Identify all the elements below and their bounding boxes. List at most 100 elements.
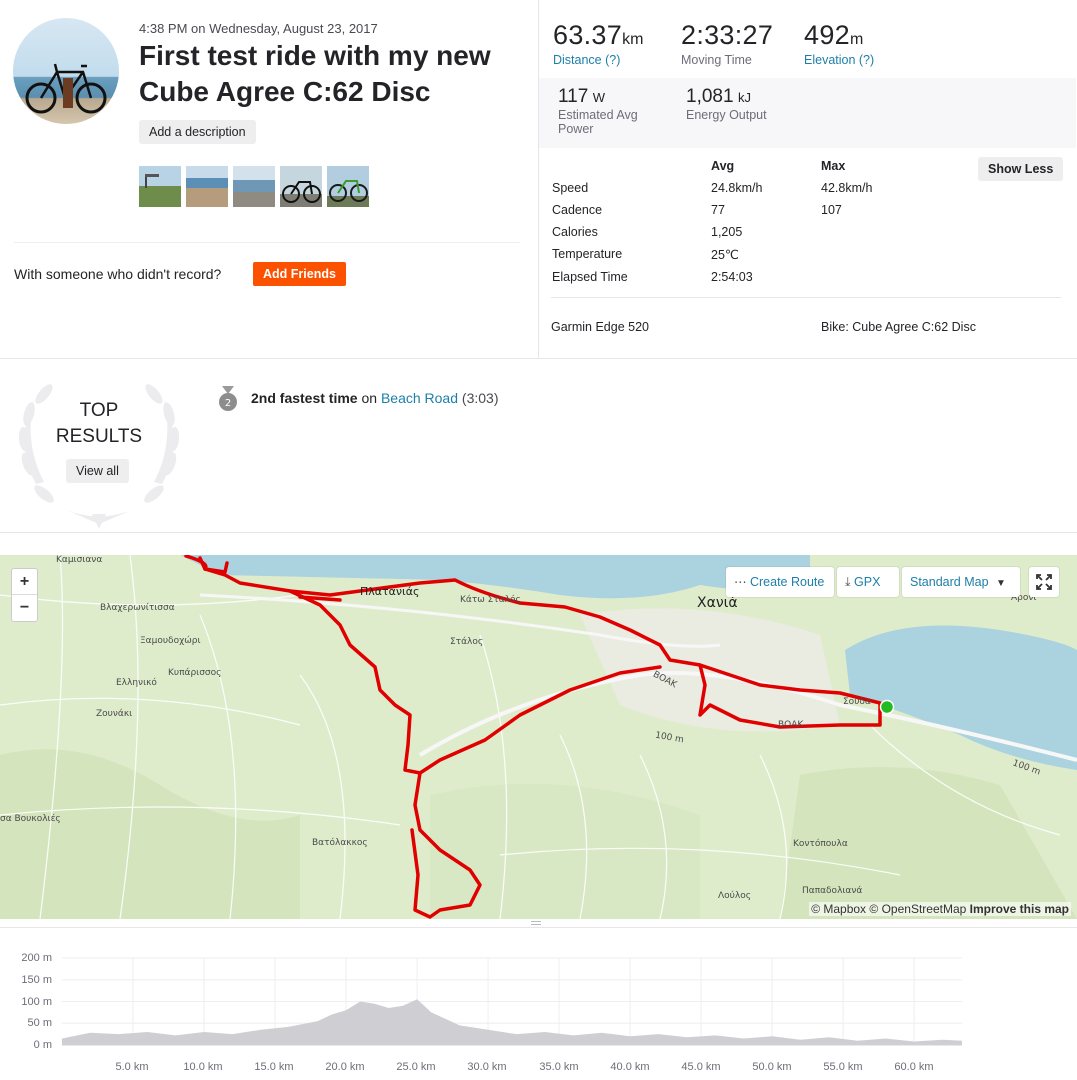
power-value: 117 <box>558 86 589 107</box>
osm-attribution-link[interactable]: © OpenStreetMap <box>869 902 966 916</box>
gpx-label: GPX <box>854 575 881 589</box>
row-avg: 77 <box>711 203 725 217</box>
top-results-heading: TOP RESULTS <box>40 398 158 450</box>
with-someone-text: With someone who didn't record? <box>14 266 222 282</box>
row-label: Calories <box>552 225 598 239</box>
photo-thumbnail[interactable] <box>327 166 369 207</box>
achievement-rank: 2nd fastest time <box>251 390 358 406</box>
row-label: Elapsed Time <box>552 270 628 284</box>
resize-handle[interactable] <box>531 921 541 925</box>
row-max: 107 <box>821 203 842 217</box>
add-friends-button[interactable]: Add Friends <box>253 262 346 286</box>
route-map[interactable]: Καμισιανα Πλατανιάς Κάτω Σταλός Χανιά Αρ… <box>0 555 1077 919</box>
fullscreen-icon <box>1036 574 1052 590</box>
distance-unit: km <box>622 31 644 48</box>
map-label: Λούλος <box>718 891 751 901</box>
x-tick-label: 45.0 km <box>681 1061 721 1073</box>
map-label: Παπαδολιανά <box>802 886 863 896</box>
device-name: Garmin Edge 520 <box>551 320 649 334</box>
elevation-value: 492 <box>804 20 850 50</box>
medal-rank: 2 <box>225 398 231 409</box>
activity-title: First test ride with my new Cube Agree C… <box>139 40 491 107</box>
map-label: σα Βουκολιές <box>0 814 61 824</box>
stat-power: 117 W Estimated Avg Power <box>558 86 658 136</box>
x-tick-label: 25.0 km <box>396 1061 436 1073</box>
achievement-on: on <box>361 390 378 406</box>
photo-thumbnail[interactable] <box>139 166 181 207</box>
row-max: 42.8km/h <box>821 181 873 195</box>
row-avg: 2:54:03 <box>711 270 753 284</box>
x-tick-label: 35.0 km <box>539 1061 579 1073</box>
map-type-select[interactable]: Standard Map ▼ <box>902 567 1020 597</box>
x-tick-label: 20.0 km <box>325 1061 365 1073</box>
add-description-button[interactable]: Add a description <box>139 120 256 144</box>
create-route-button[interactable]: ⋯ Create Route <box>726 567 834 597</box>
map-label: Κοντόπουλα <box>793 839 848 849</box>
stat-distance: 63.37km Distance (?) <box>553 20 643 67</box>
section-divider <box>0 358 1077 359</box>
improve-map-link[interactable]: Improve this map <box>970 902 1069 916</box>
silver-medal-icon: 2 <box>219 386 237 411</box>
stat-moving-time: 2:33:27 Moving Time <box>681 20 773 67</box>
row-avg: 1,205 <box>711 225 743 239</box>
stat-energy: 1,081 kJ Energy Output <box>686 86 767 122</box>
section-divider <box>0 532 1077 533</box>
avg-header: Avg <box>711 159 735 173</box>
map-label: Ζουνάκι <box>96 709 133 719</box>
photo-thumbnail[interactable] <box>280 166 322 207</box>
map-label: Πλατανιάς <box>360 585 420 598</box>
energy-value: 1,081 <box>686 86 734 107</box>
map-label: Κάτω Σταλός <box>460 595 521 605</box>
map-type-label: Standard Map <box>910 575 989 589</box>
row-label: Temperature <box>552 247 623 261</box>
elevation-label-link[interactable]: Elevation (?) <box>804 53 874 67</box>
map-label: Ελληνικό <box>116 678 157 688</box>
map-label: Στάλος <box>450 637 484 647</box>
stats-panel: 63.37km Distance (?) 2:33:27 Moving Time… <box>538 0 1076 358</box>
mapbox-attribution-link[interactable]: © Mapbox <box>811 902 866 916</box>
stats-divider <box>551 297 1061 298</box>
map-attribution: © Mapbox © OpenStreetMap Improve this ma… <box>809 902 1071 916</box>
x-tick-label: 15.0 km <box>254 1061 294 1073</box>
top-results-line2: RESULTS <box>55 426 143 447</box>
top-results-line1: TOP <box>79 400 119 421</box>
download-icon: ⤓ <box>845 575 851 589</box>
zoom-control: + − <box>11 568 38 622</box>
x-tick-label: 55.0 km <box>823 1061 863 1073</box>
photo-thumbnail[interactable] <box>186 166 228 207</box>
row-avg: 24.8km/h <box>711 181 763 195</box>
elevation-chart[interactable] <box>0 940 1077 1060</box>
section-divider <box>14 242 520 243</box>
create-route-label: Create Route <box>749 575 825 589</box>
power-label: Estimated Avg Power <box>558 108 638 136</box>
stat-elevation: 492m Elevation (?) <box>804 20 874 67</box>
fullscreen-button[interactable] <box>1029 567 1059 597</box>
x-tick-label: 5.0 km <box>115 1061 149 1073</box>
x-tick-label: 40.0 km <box>610 1061 650 1073</box>
map-label: Σούδα <box>843 697 871 707</box>
x-tick-label: 30.0 km <box>467 1061 507 1073</box>
segment-link[interactable]: Beach Road <box>381 390 458 406</box>
moving-time-value: 2:33:27 <box>681 20 774 50</box>
view-all-button[interactable]: View all <box>66 459 129 483</box>
section-divider <box>0 927 1077 928</box>
elevation-unit: m <box>849 31 864 48</box>
map-label: ΒΟΑΚ <box>778 720 804 730</box>
moving-time-label: Moving Time <box>681 53 752 67</box>
zoom-in-button[interactable]: + <box>12 569 37 595</box>
row-label: Speed <box>552 181 589 195</box>
bike-name[interactable]: Bike: Cube Agree C:62 Disc <box>821 320 976 334</box>
gpx-button[interactable]: ⤓ GPX <box>837 567 899 597</box>
secondary-stats: 117 W Estimated Avg Power 1,081 kJ Energ… <box>539 78 1076 148</box>
x-tick-label: 60.0 km <box>894 1061 934 1073</box>
show-less-button[interactable]: Show Less <box>978 157 1064 181</box>
zoom-out-button[interactable]: − <box>12 595 37 621</box>
photo-thumbnail[interactable] <box>233 166 275 207</box>
achievement-text: 2nd fastest time on Beach Road (3:03) <box>251 390 498 406</box>
row-label: Cadence <box>552 203 603 217</box>
athlete-avatar[interactable] <box>13 18 119 124</box>
x-tick-label: 10.0 km <box>183 1061 223 1073</box>
distance-label-link[interactable]: Distance (?) <box>553 53 643 67</box>
start-marker <box>879 699 895 715</box>
map-label: Βλαχερωνίτισσα <box>100 603 175 613</box>
